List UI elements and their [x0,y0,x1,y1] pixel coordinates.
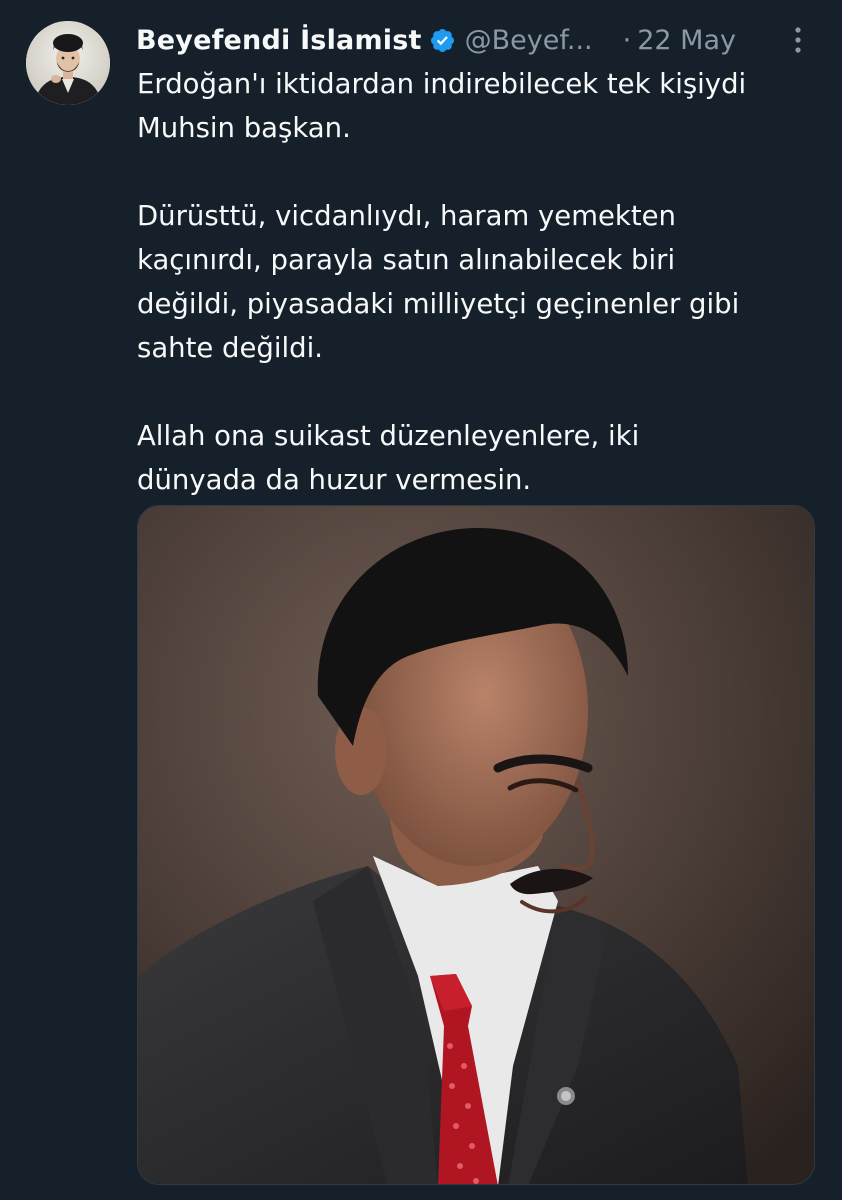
tweet[interactable]: Beyefendi İslamist @Beyef... · 22 May Er… [0,0,842,1200]
tweet-text-line: değildi, piyasadaki milliyetçi geçinenle… [137,288,740,320]
tweet-paragraph: Dürüsttü, vicdanlıydı, haram yemekten ka… [137,194,817,370]
tweet-text-line: Erdoğan'ı iktidardan indirebilecek tek k… [137,68,747,100]
tweet-header: Beyefendi İslamist @Beyef... · 22 May [136,18,816,62]
tweet-text-line: Allah ona suikast düzenleyenlere, iki [137,420,640,452]
profile-photo-icon [26,21,110,105]
tweet-media-photo[interactable] [137,505,815,1185]
verified-badge-icon[interactable] [429,27,456,54]
tweet-text-line: dünyada da huzur vermesin. [137,464,532,496]
author-display-name[interactable]: Beyefendi İslamist [136,25,422,56]
author-handle[interactable]: @Beyef... [465,25,593,56]
portrait-photo [138,506,814,1184]
avatar[interactable] [26,21,110,105]
tweet-paragraph: Allah ona suikast düzenleyenlere, iki dü… [137,414,817,502]
tweet-paragraph: Erdoğan'ı iktidardan indirebilecek tek k… [137,62,817,150]
tweet-timestamp[interactable]: 22 May [637,25,736,56]
tweet-text-line: sahte değildi. [137,332,324,364]
tweet-text: Erdoğan'ı iktidardan indirebilecek tek k… [137,62,817,502]
tweet-text-line: Muhsin başkan. [137,112,351,144]
tweet-text-line: Dürüsttü, vicdanlıydı, haram yemekten [137,200,676,232]
more-options-icon[interactable] [786,22,810,58]
tweet-text-line: kaçınırdı, parayla satın alınabilecek bi… [137,244,676,276]
separator-dot: · [622,24,632,56]
